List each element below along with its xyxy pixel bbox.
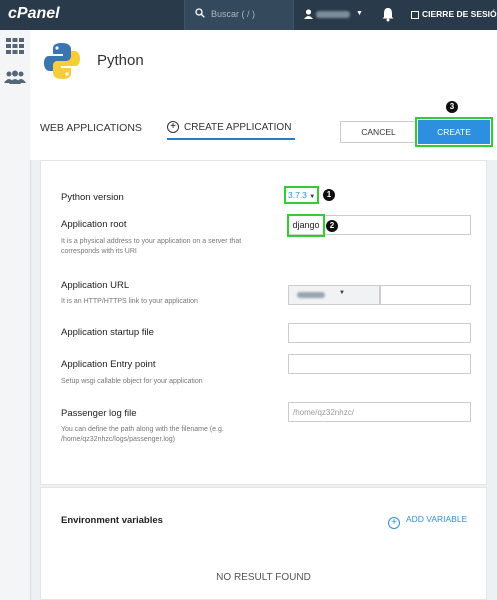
add-variable-button[interactable]: + ADD VARIABLE bbox=[388, 514, 467, 529]
chevron-down-icon: ▼ bbox=[356, 10, 363, 17]
plus-circle-icon: + bbox=[167, 121, 179, 133]
startup-file-label: Application startup file bbox=[61, 327, 154, 338]
application-url-label: Application URL bbox=[61, 280, 130, 291]
annotation-badge-1: 1 bbox=[323, 189, 335, 201]
create-application-form: Python version 3.7.3 ▼ 1 Application roo… bbox=[40, 160, 487, 485]
application-root-label: Application root bbox=[61, 219, 127, 230]
chevron-down-icon: ▼ bbox=[309, 194, 316, 200]
entry-point-help: Setup wsgi callable object for your appl… bbox=[61, 378, 203, 385]
cpanel-logo[interactable]: cPanel bbox=[8, 5, 60, 23]
page-header: Python bbox=[30, 30, 497, 100]
python-version-select[interactable]: 3.7.3 ▼ bbox=[283, 186, 320, 204]
passenger-log-label: Passenger log file bbox=[61, 408, 137, 419]
python-logo-icon bbox=[44, 43, 80, 79]
application-root-help: It is a physical address to your applica… bbox=[61, 238, 242, 255]
username-blurred bbox=[316, 11, 350, 18]
bell-icon[interactable] bbox=[381, 7, 395, 22]
empty-state-message: NO RESULT FOUND bbox=[216, 572, 311, 583]
tab-web-applications[interactable]: WEB APPLICATIONS bbox=[40, 122, 142, 134]
search-icon bbox=[195, 8, 205, 18]
passenger-log-input[interactable]: /home/qz32nhzc/ bbox=[288, 402, 471, 422]
user-menu[interactable]: ▼ bbox=[298, 0, 368, 30]
passenger-log-placeholder: /home/qz32nhzc/ bbox=[293, 408, 354, 417]
domain-value-blurred bbox=[297, 292, 325, 298]
startup-file-input[interactable] bbox=[288, 323, 471, 343]
search-box[interactable]: Buscar ( / ) bbox=[184, 0, 294, 30]
grid-icon[interactable] bbox=[6, 38, 24, 54]
entry-point-label: Application Entry point bbox=[61, 359, 156, 370]
annotation-badge-3: 3 bbox=[446, 101, 458, 113]
logout-label: CIERRE DE SESIÓN bbox=[422, 9, 497, 19]
entry-point-input[interactable] bbox=[288, 354, 471, 374]
plus-circle-icon: + bbox=[388, 517, 400, 529]
users-icon[interactable] bbox=[4, 70, 26, 84]
python-version-value: 3.7.3 bbox=[288, 190, 307, 200]
python-version-label: Python version bbox=[61, 192, 124, 203]
environment-variables-panel: Environment variables + ADD VARIABLE NO R… bbox=[40, 487, 487, 600]
application-url-help: It is an HTTP/HTTPS link to your applica… bbox=[61, 298, 198, 305]
search-placeholder: Buscar ( / ) bbox=[211, 9, 256, 19]
logout-button[interactable]: CIERRE DE SESIÓN bbox=[411, 9, 497, 19]
application-url-input[interactable] bbox=[380, 285, 471, 305]
application-root-value: django bbox=[287, 214, 325, 237]
chevron-down-icon: ▼ bbox=[339, 290, 345, 296]
create-button[interactable]: CREATE bbox=[415, 117, 493, 147]
user-icon bbox=[304, 9, 313, 19]
sidebar bbox=[0, 30, 31, 600]
add-variable-label: ADD VARIABLE bbox=[406, 514, 468, 524]
environment-variables-title: Environment variables bbox=[61, 515, 163, 526]
top-navbar: cPanel Buscar ( / ) ▼ CIERRE DE SESIÓN bbox=[0, 0, 497, 30]
tabs-bar: WEB APPLICATIONS + CREATE APPLICATION CA… bbox=[30, 100, 497, 160]
page-title: Python bbox=[97, 52, 144, 69]
tab-create-application[interactable]: + CREATE APPLICATION bbox=[167, 118, 295, 140]
passenger-log-help: You can define the path along with the f… bbox=[61, 426, 224, 443]
logout-icon bbox=[411, 11, 419, 19]
domain-select[interactable]: ▼ bbox=[288, 285, 380, 305]
annotation-badge-2: 2 bbox=[326, 220, 338, 232]
cancel-button[interactable]: CANCEL bbox=[340, 121, 417, 143]
tab-create-label: CREATE APPLICATION bbox=[184, 122, 292, 133]
